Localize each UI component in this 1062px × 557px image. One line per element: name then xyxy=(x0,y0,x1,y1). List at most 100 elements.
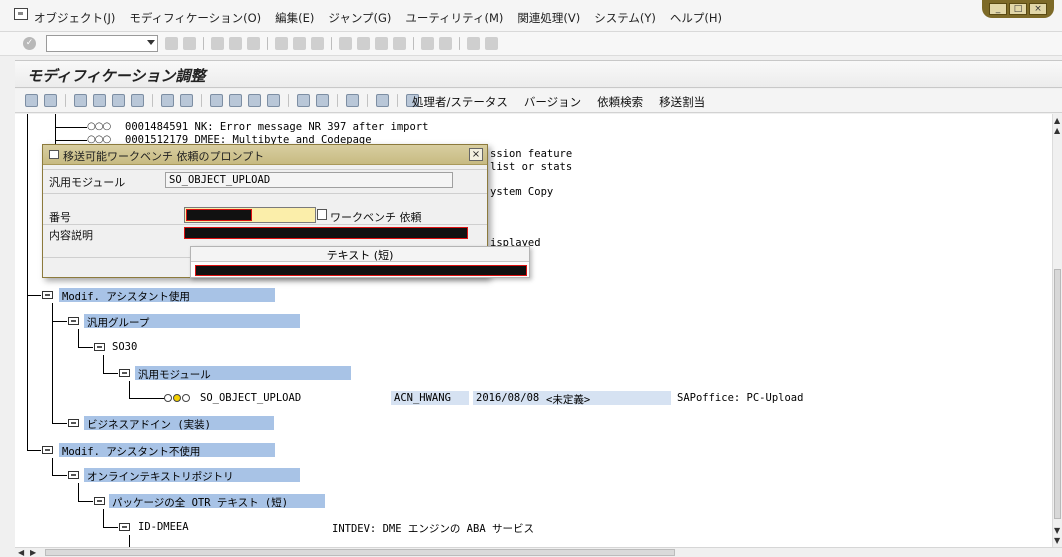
minimize-button[interactable]: _ xyxy=(989,3,1007,15)
select-all-icon[interactable] xyxy=(229,94,242,107)
horizontal-scrollbar[interactable]: ◀ ▶ xyxy=(15,547,1062,557)
short-description-label: 内容説明 xyxy=(49,229,93,242)
modification-status: <未定義> xyxy=(546,394,591,406)
back-history-icon[interactable] xyxy=(165,37,178,50)
request-number-label: 番号 xyxy=(49,211,71,224)
transport-icon[interactable] xyxy=(112,94,125,107)
folder-icon[interactable] xyxy=(94,497,105,505)
previous-page-icon[interactable] xyxy=(357,37,370,50)
transport-assign-button[interactable]: 移送割当 xyxy=(659,94,705,110)
dialog-close-button[interactable]: × xyxy=(469,148,483,161)
menu-utility[interactable]: ユーティリティ(M) xyxy=(405,10,503,26)
menu-object[interactable]: オブジェクト(J) xyxy=(34,10,115,26)
node-badi-implementation[interactable]: ビジネスアドイン (実装) xyxy=(87,417,211,432)
expand-icon[interactable] xyxy=(161,94,174,107)
copy-icon[interactable] xyxy=(131,94,144,107)
maximize-button[interactable]: □ xyxy=(1009,3,1027,15)
menu-modification[interactable]: モディフィケーション(O) xyxy=(129,10,261,26)
request-search-button[interactable]: 依頼検索 xyxy=(597,94,643,110)
redacted-description[interactable] xyxy=(184,227,468,239)
separator xyxy=(65,94,66,107)
partial-text: ssion feature xyxy=(490,148,573,160)
menu-system[interactable]: システム(Y) xyxy=(594,10,656,26)
cancel-icon[interactable] xyxy=(247,37,260,50)
shortcut-icon[interactable] xyxy=(439,37,452,50)
node-online-text-repository[interactable]: オンラインテキストリポジトリ xyxy=(87,469,234,484)
save-icon[interactable] xyxy=(183,37,196,50)
version-button[interactable]: バージョン xyxy=(524,94,581,110)
scrollbar-thumb[interactable] xyxy=(1054,269,1061,519)
first-page-icon[interactable] xyxy=(339,37,352,50)
separator xyxy=(288,94,289,107)
find-icon[interactable] xyxy=(293,37,306,50)
collapse-icon[interactable] xyxy=(180,94,193,107)
node-package-otr-texts[interactable]: パッケージの全 OTR テキスト (短) xyxy=(112,495,288,510)
folder-icon[interactable] xyxy=(68,419,79,427)
chevron-down-icon[interactable] xyxy=(147,40,155,45)
refresh-icon[interactable] xyxy=(316,94,329,107)
help-icon[interactable] xyxy=(467,37,480,50)
folder-icon[interactable] xyxy=(68,317,79,325)
node-id-dmeea[interactable]: ID-DMEEA xyxy=(138,521,189,533)
node-modif-assistant-not-used[interactable]: Modif. アシスタント不使用 xyxy=(62,444,200,459)
exit-icon[interactable] xyxy=(229,37,242,50)
command-field[interactable] xyxy=(46,35,158,52)
scroll-down-icon[interactable]: ▼ xyxy=(1054,536,1060,545)
tree-connector xyxy=(27,450,41,451)
last-page-icon[interactable] xyxy=(393,37,406,50)
request-number-input[interactable] xyxy=(184,207,316,223)
scroll-right-icon[interactable]: ▶ xyxy=(30,548,36,557)
node-so-object-upload[interactable]: SO_OBJECT_UPLOAD xyxy=(200,392,301,404)
print-icon[interactable] xyxy=(275,37,288,50)
scroll-left-icon[interactable]: ◀ xyxy=(18,548,24,557)
node-so30[interactable]: SO30 xyxy=(112,341,137,353)
application-toolbar-icons xyxy=(25,94,419,107)
layout-icon[interactable] xyxy=(485,37,498,50)
enter-icon[interactable]: ✓ xyxy=(23,37,36,50)
close-window-button[interactable]: × xyxy=(1029,3,1047,15)
menu-related[interactable]: 関連処理(V) xyxy=(517,10,580,26)
back-icon[interactable] xyxy=(211,37,224,50)
edit-pencil-icon[interactable] xyxy=(25,94,38,107)
scroll-up-icon[interactable]: ▲ xyxy=(1054,126,1060,135)
search-help-icon[interactable] xyxy=(317,209,327,220)
next-page-icon[interactable] xyxy=(375,37,388,50)
redacted-dropdown-entry[interactable] xyxy=(195,265,527,276)
menu-edit[interactable]: 編集(E) xyxy=(275,10,314,26)
deselect-icon[interactable] xyxy=(248,94,261,107)
menu-jump[interactable]: ジャンプ(G) xyxy=(328,10,391,26)
filter-icon[interactable] xyxy=(297,94,310,107)
node-function-group[interactable]: 汎用グループ xyxy=(87,315,149,330)
processor-status-button[interactable]: 処理者/ステータス xyxy=(412,94,508,110)
window-menu-icon[interactable] xyxy=(14,8,28,20)
find-next-icon[interactable] xyxy=(311,37,324,50)
separator xyxy=(459,37,460,50)
folder-icon[interactable] xyxy=(42,446,53,454)
new-session-icon[interactable] xyxy=(421,37,434,50)
folder-icon[interactable] xyxy=(119,523,130,531)
separator xyxy=(203,37,204,50)
vertical-scrollbar[interactable]: ▲ ▲ ▼ ▼ xyxy=(1052,114,1062,547)
document-icon[interactable] xyxy=(346,94,359,107)
menu-help[interactable]: ヘルプ(H) xyxy=(670,10,722,26)
folder-icon[interactable] xyxy=(42,291,53,299)
folder-icon[interactable] xyxy=(94,343,105,351)
menubar: オブジェクト(J) モディフィケーション(O) 編集(E) ジャンプ(G) ユー… xyxy=(0,0,1062,32)
layout-icon[interactable] xyxy=(267,94,280,107)
detail-icon[interactable] xyxy=(210,94,223,107)
node-function-module[interactable]: 汎用モジュール xyxy=(138,367,211,382)
scrollbar-thumb[interactable] xyxy=(45,549,675,556)
folder-icon[interactable] xyxy=(68,471,79,479)
pencil-icon[interactable] xyxy=(93,94,106,107)
scroll-up-icon[interactable]: ▲ xyxy=(1054,116,1060,125)
menu-items: オブジェクト(J) モディフィケーション(O) 編集(E) ジャンプ(G) ユー… xyxy=(34,10,722,26)
folder-icon[interactable] xyxy=(119,369,130,377)
note-row-0[interactable]: 0001484591 NK: Error message NR 397 afte… xyxy=(125,121,428,133)
separator xyxy=(267,37,268,50)
node-modif-assistant-used[interactable]: Modif. アシスタント使用 xyxy=(62,289,190,304)
tree-connector xyxy=(52,458,53,475)
scroll-down-icon[interactable]: ▼ xyxy=(1054,526,1060,535)
excel-icon[interactable] xyxy=(376,94,389,107)
reset-icon[interactable] xyxy=(74,94,87,107)
display-change-icon[interactable] xyxy=(44,94,57,107)
